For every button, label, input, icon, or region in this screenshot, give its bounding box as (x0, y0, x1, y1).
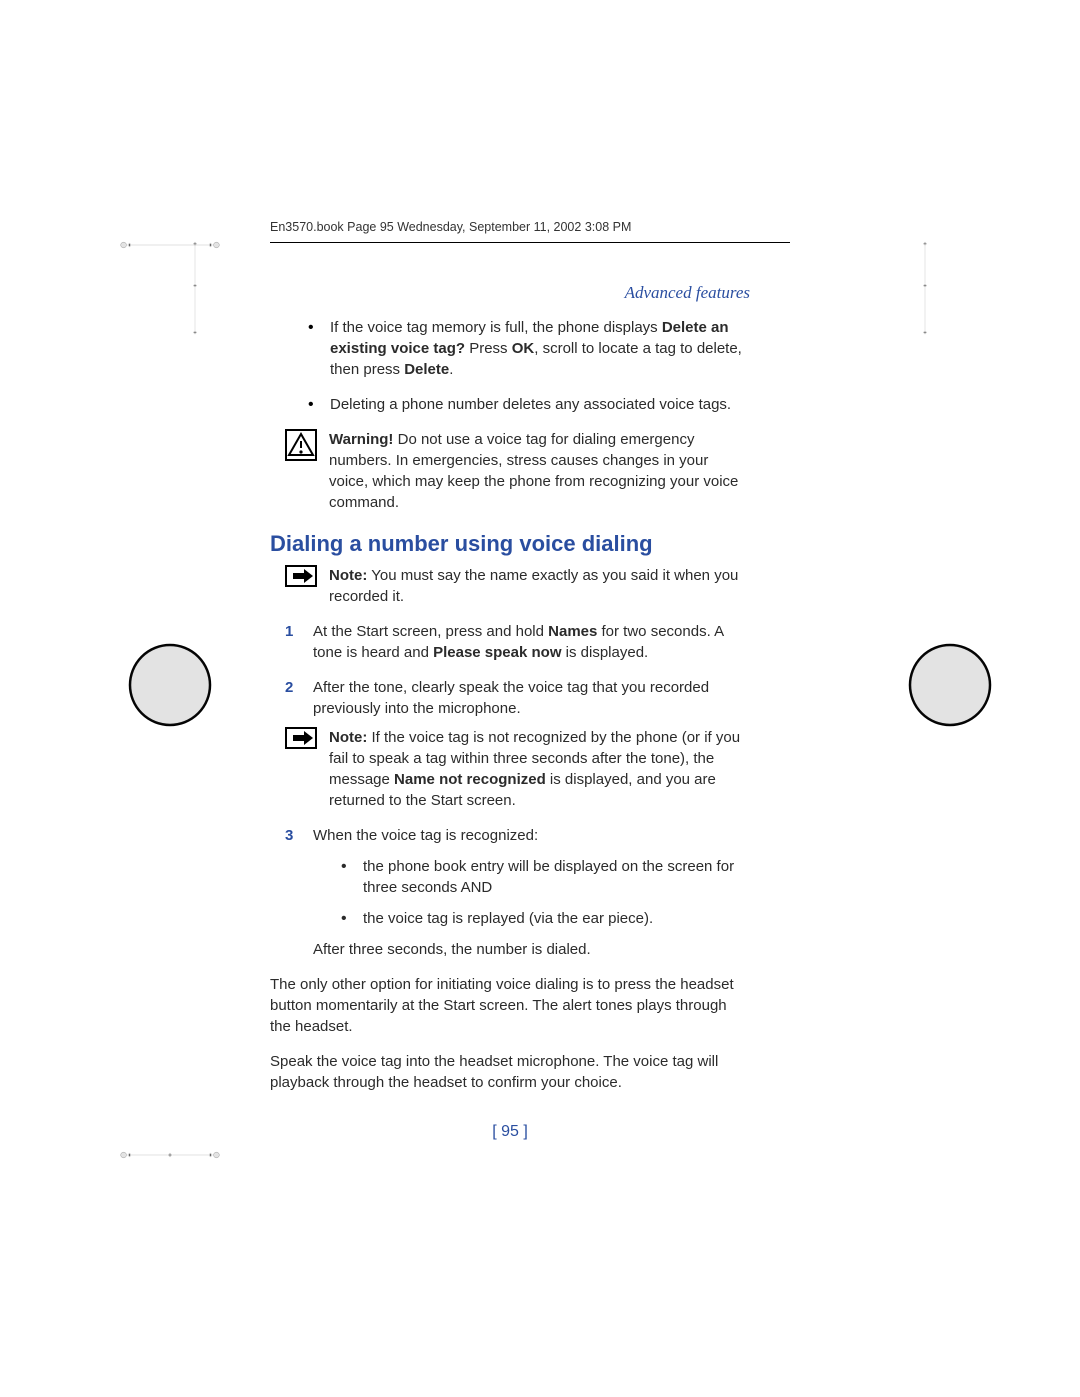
text-bold: Name not recognized (394, 771, 546, 788)
note-icon (285, 727, 317, 811)
bullet-1: If the voice tag memory is full, the pho… (308, 317, 750, 380)
steps-list: 1 At the Start screen, press and hold Na… (285, 621, 750, 960)
note-block-2: Note: If the voice tag is not recognized… (285, 727, 750, 811)
step-2: 2 After the tone, clearly speak the voic… (285, 677, 750, 811)
step-number: 1 (285, 621, 293, 642)
note-text: Note: You must say the name exactly as y… (329, 565, 750, 607)
text: If the voice tag memory is full, the pho… (330, 319, 662, 336)
crop-mark-top (120, 195, 220, 295)
warning-icon (285, 429, 317, 513)
page-number: [ 95 ] (270, 1123, 750, 1141)
heading-dialing: Dialing a number using voice dialing (270, 531, 750, 557)
section-title: Advanced features (270, 283, 750, 303)
note-label: Note: (329, 729, 367, 746)
crop-mark-bottom (120, 1105, 220, 1205)
crop-mark-right (875, 240, 975, 340)
stamp-rule (270, 242, 790, 243)
warning-label: Warning! (329, 431, 393, 448)
text-bold: Names (548, 623, 597, 640)
text-bold: Please speak now (433, 644, 561, 661)
sub-bullets: the phone book entry will be displayed o… (341, 856, 750, 929)
note-text: Note: If the voice tag is not recognized… (329, 727, 750, 811)
sub-bullet-2: the voice tag is replayed (via the ear p… (341, 908, 750, 929)
text: You must say the name exactly as you sai… (329, 567, 738, 605)
crop-mark-left (145, 240, 245, 340)
book-stamp: En3570.book Page 95 Wednesday, September… (270, 220, 750, 234)
text: When the voice tag is recognized: (313, 827, 538, 844)
closing-para-1: The only other option for initiating voi… (270, 974, 750, 1037)
page-content: En3570.book Page 95 Wednesday, September… (270, 220, 750, 1141)
text: Press (465, 340, 512, 357)
step-number: 3 (285, 825, 293, 846)
closing-para-2: Speak the voice tag into the headset mic… (270, 1051, 750, 1093)
step-1: 1 At the Start screen, press and hold Na… (285, 621, 750, 663)
intro-bullets: If the voice tag memory is full, the pho… (308, 317, 750, 415)
text: . (449, 361, 453, 378)
note-icon (285, 565, 317, 607)
text: After the tone, clearly speak the voice … (313, 679, 709, 717)
step-3: 3 When the voice tag is recognized: the … (285, 825, 750, 960)
step-3-after: After three seconds, the number is diale… (313, 939, 750, 960)
crop-mark-mid-left (120, 635, 220, 735)
crop-mark-mid-right (900, 635, 1000, 735)
sub-bullet-1: the phone book entry will be displayed o… (341, 856, 750, 898)
warning-text: Warning! Do not use a voice tag for dial… (329, 429, 750, 513)
warning-block: Warning! Do not use a voice tag for dial… (285, 429, 750, 513)
text-bold: OK (512, 340, 535, 357)
note-label: Note: (329, 567, 367, 584)
text: At the Start screen, press and hold (313, 623, 548, 640)
step-number: 2 (285, 677, 293, 698)
note-block-1: Note: You must say the name exactly as y… (285, 565, 750, 607)
text-bold: Delete (404, 361, 449, 378)
text: is displayed. (562, 644, 649, 661)
bullet-2: Deleting a phone number deletes any asso… (308, 394, 750, 415)
